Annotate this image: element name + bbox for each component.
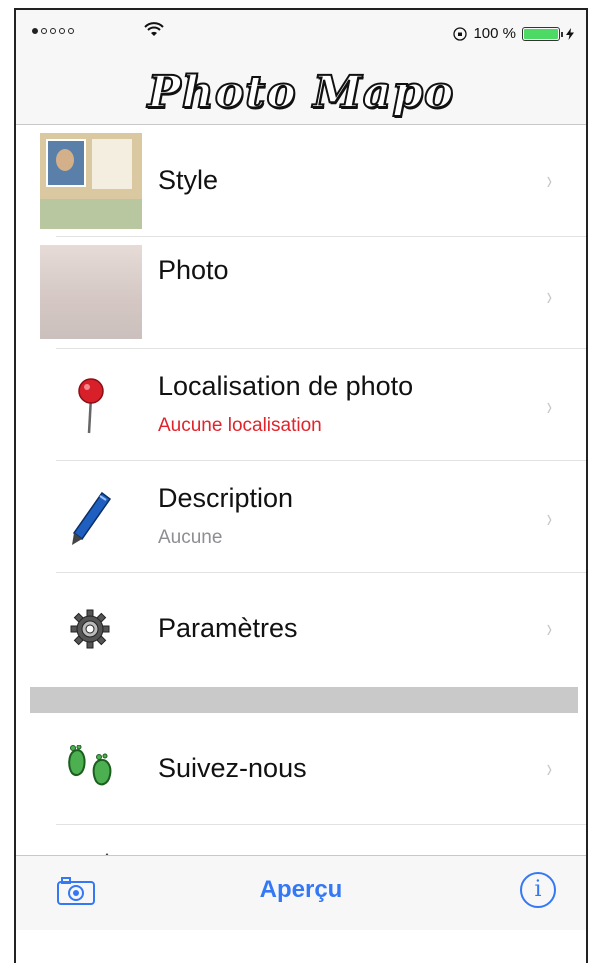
list-item-settings[interactable]: Paramètres ›	[16, 573, 586, 685]
row-title: Suivez-nous	[158, 753, 307, 783]
status-right-group: 100 %	[453, 25, 574, 42]
chevron-right-icon: ›	[547, 281, 553, 311]
bottom-toolbar: Aperçu i	[16, 855, 586, 930]
chevron-right-icon: ›	[547, 503, 553, 533]
chevron-right-icon: ›	[547, 613, 553, 643]
row-subtitle: Aucune	[158, 527, 223, 548]
battery-percent: 100 %	[473, 25, 516, 42]
section-separator	[30, 687, 578, 713]
style-thumbnail	[40, 133, 142, 229]
chevron-right-icon: ›	[547, 165, 553, 195]
orientation-lock-icon	[453, 26, 468, 41]
pen-icon	[72, 491, 112, 545]
list-item-photo[interactable]: Photo ›	[16, 237, 586, 349]
photo-thumbnail	[40, 245, 142, 339]
phone-screen: 100 % Photo Mapo Style › Photo › Localis…	[14, 8, 588, 963]
battery-icon	[522, 26, 563, 41]
footprints-icon	[68, 745, 112, 786]
list-item-description[interactable]: Description Aucune ›	[16, 461, 586, 573]
list-item-style[interactable]: Style ›	[16, 125, 586, 237]
row-subtitle: Aucune localisation	[158, 415, 322, 436]
row-title: Paramètres	[158, 613, 298, 643]
list-item-follow-us[interactable]: Suivez-nous ›	[16, 713, 586, 825]
charging-bolt-icon	[566, 27, 574, 40]
row-title: Style	[158, 165, 219, 195]
chevron-right-icon: ›	[547, 753, 553, 783]
map-pin-icon	[78, 378, 104, 434]
info-icon[interactable]: i	[520, 872, 556, 908]
chevron-right-icon: ›	[547, 391, 553, 421]
list-item-location[interactable]: Localisation de photo Aucune localisatio…	[16, 349, 586, 461]
preview-button[interactable]: Aperçu	[16, 876, 586, 904]
list-item-partial[interactable]	[16, 825, 586, 859]
signal-strength-icon	[32, 28, 74, 34]
row-title: Photo	[158, 255, 229, 285]
row-title: Localisation de photo	[158, 371, 414, 401]
nav-header: Photo Mapo	[16, 60, 586, 125]
wifi-icon	[144, 22, 164, 36]
status-bar: 100 %	[16, 10, 586, 60]
gear-icon	[70, 609, 110, 649]
row-title: Description	[158, 483, 294, 513]
app-logo: Photo Mapo	[147, 66, 455, 119]
